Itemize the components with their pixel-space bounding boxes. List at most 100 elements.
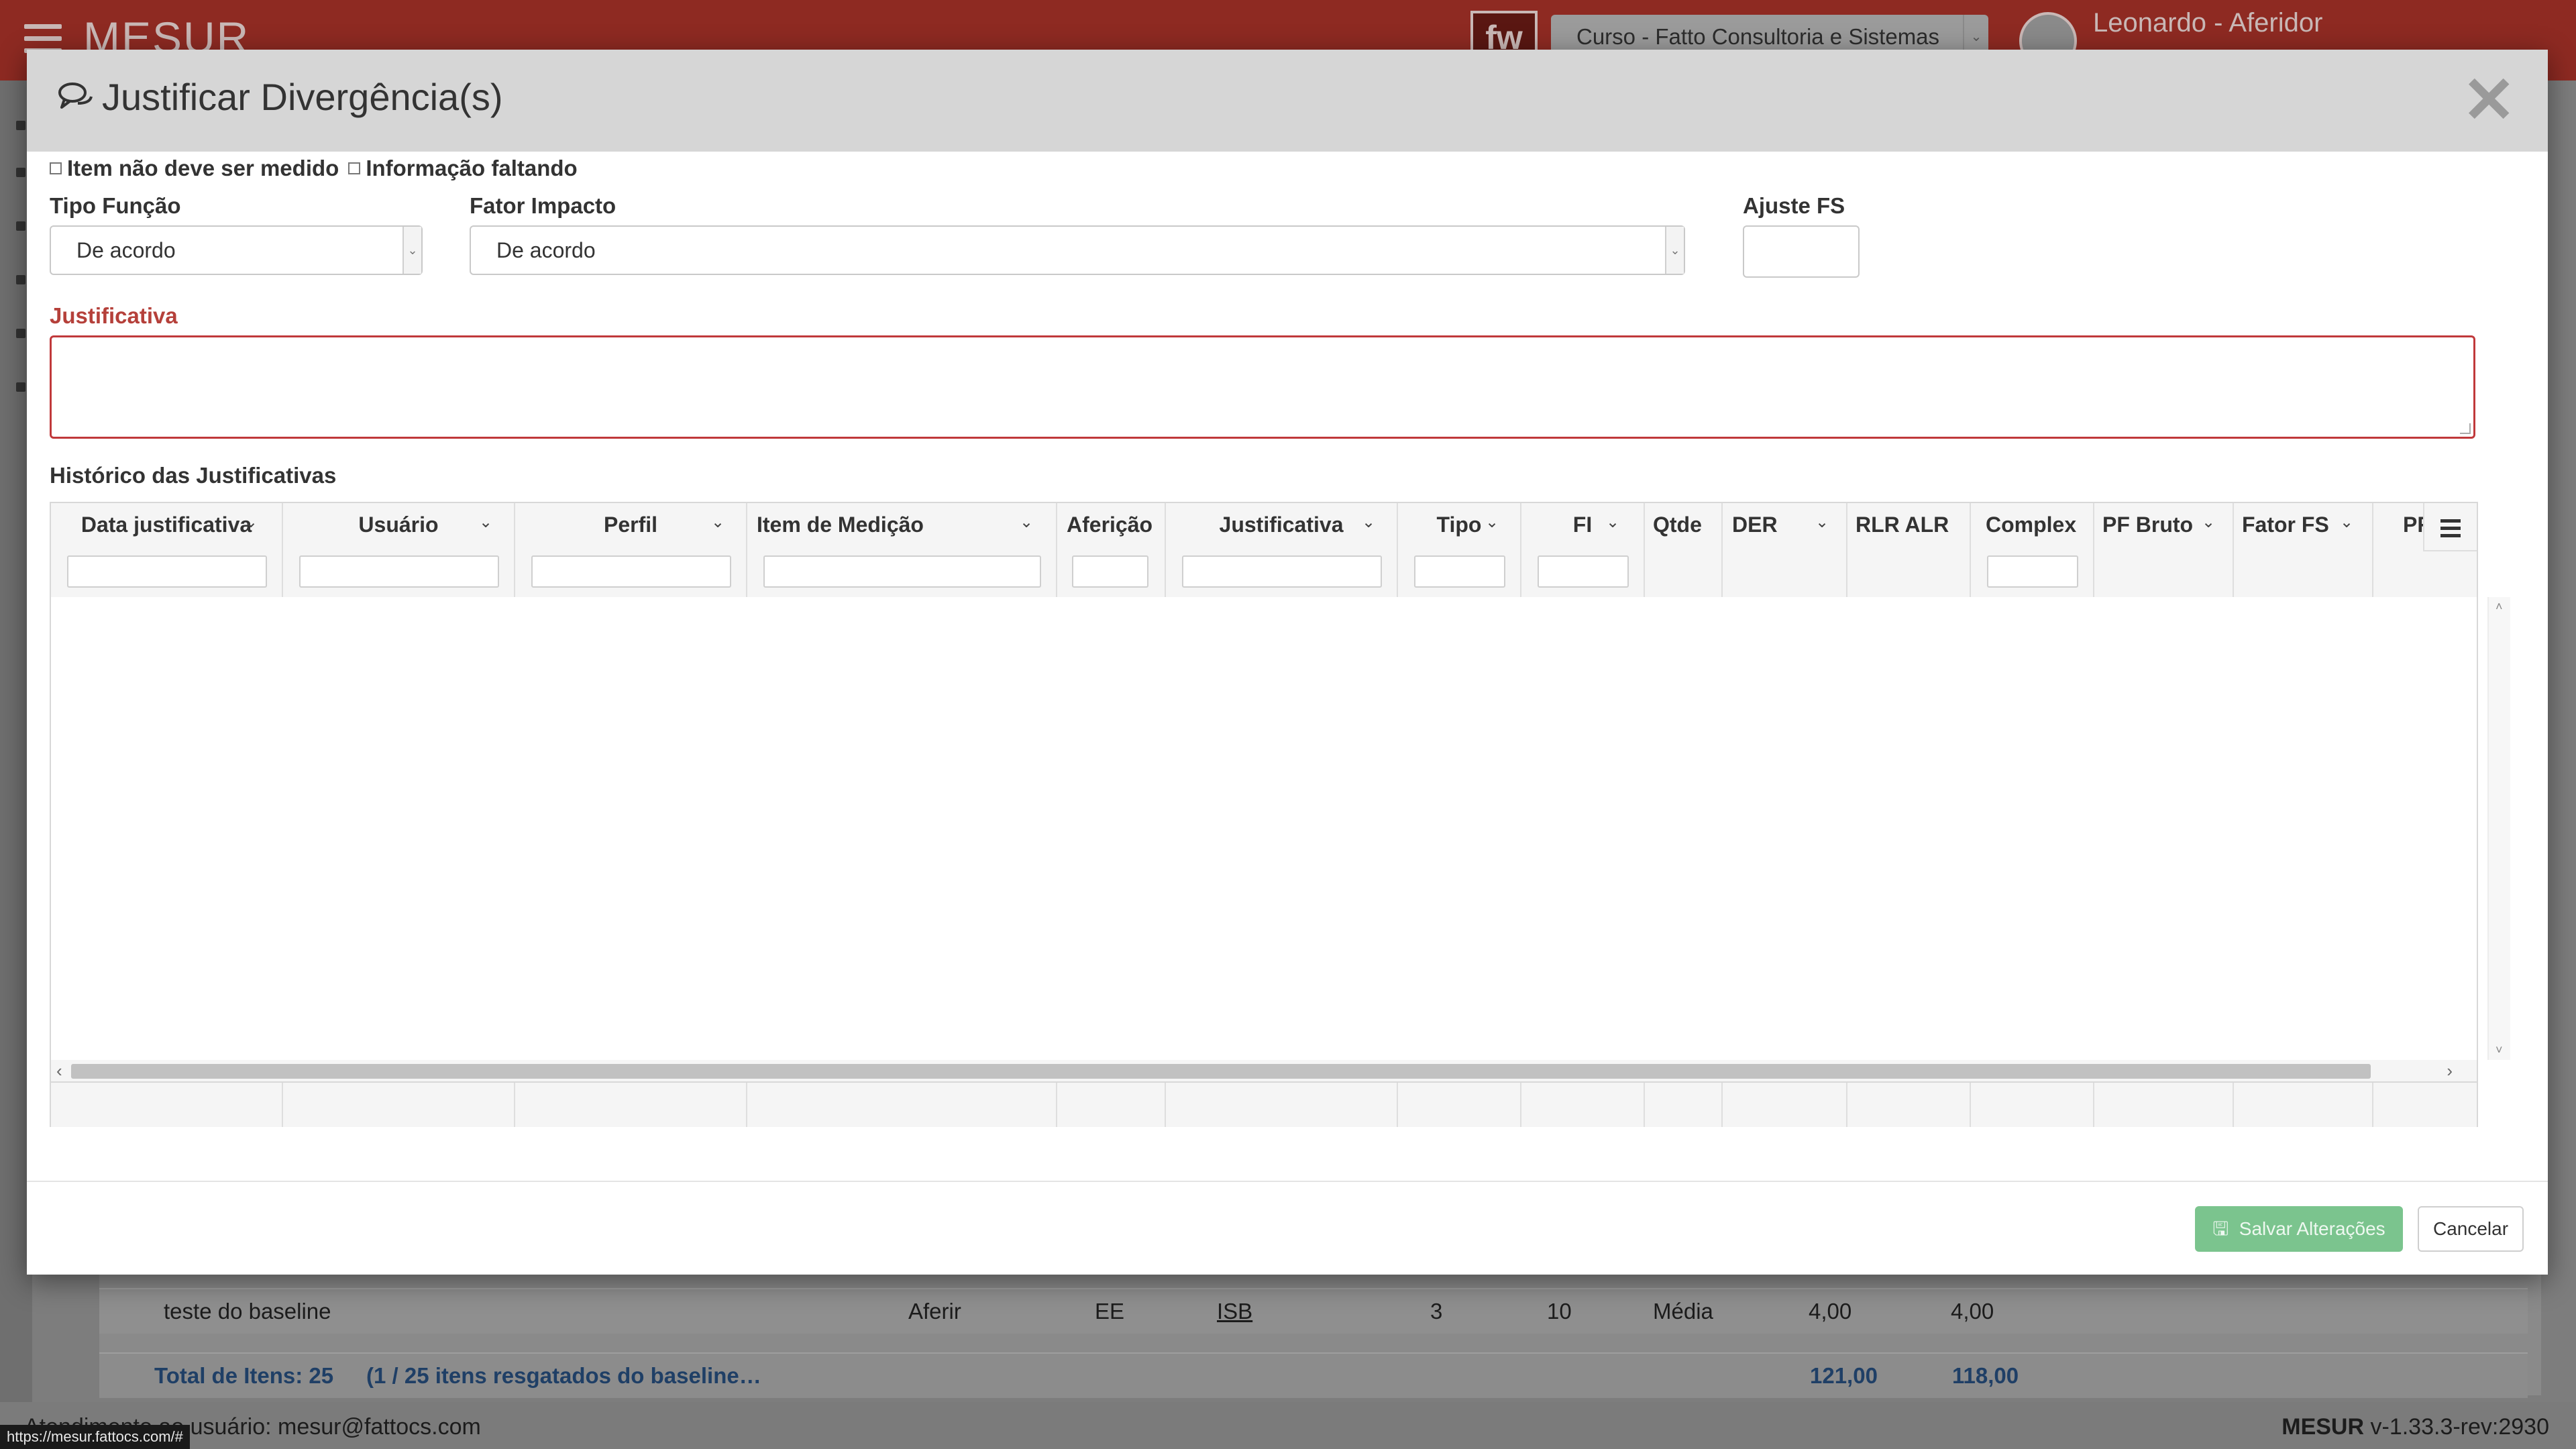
scrollbar-thumb[interactable] [71, 1064, 2371, 1079]
row-der: 10 [1547, 1299, 1572, 1324]
column-der[interactable]: DER ⌄ [1723, 503, 1847, 597]
checkbox-missing-info[interactable] [348, 162, 361, 174]
column-tipo[interactable]: Tipo ⌄ [1398, 503, 1521, 597]
scroll-up-icon[interactable]: ˄ [2496, 600, 2503, 614]
scroll-down-icon[interactable]: ˅ [2496, 1043, 2503, 1057]
sidebar-icon[interactable] [16, 121, 25, 130]
horizontal-scrollbar[interactable]: ‹ › [51, 1060, 2477, 1081]
table-total-row: Total de Itens: 25 (1 / 25 itens resgata… [99, 1352, 2528, 1398]
filter-input[interactable] [531, 555, 731, 588]
sidebar-icon[interactable] [16, 168, 25, 177]
column-fi[interactable]: FI ⌄ [1521, 503, 1645, 597]
close-icon[interactable]: ✕ [2462, 68, 2516, 133]
justificativa-textarea[interactable] [50, 335, 2475, 439]
column-header-label[interactable]: FI [1521, 513, 1644, 537]
filter-input[interactable] [1072, 555, 1148, 588]
column-header-label[interactable]: DER [1723, 513, 1856, 537]
column-pf-bruto[interactable]: PF Bruto ⌄ [2094, 503, 2234, 597]
column-header-label[interactable]: Aferição [1057, 513, 1174, 537]
chevron-down-icon[interactable]: ⌄ [1485, 513, 1499, 532]
grid-footer [51, 1081, 2477, 1127]
chevron-down-icon[interactable]: ⌄ [2202, 513, 2215, 532]
comments-icon [58, 83, 93, 109]
column-complex[interactable]: Complex [1971, 503, 2094, 597]
column-header-label[interactable]: PF [2373, 513, 2423, 537]
column-header-label[interactable]: PF Bruto [2094, 513, 2241, 537]
chevron-down-icon[interactable]: ⌄ [1815, 513, 1829, 532]
resize-handle-icon[interactable] [2460, 423, 2471, 434]
total-pf: 118,00 [1952, 1363, 2019, 1388]
chevron-down-icon[interactable]: ⌄ [479, 513, 492, 532]
vertical-scrollbar[interactable]: ˄ ˅ [2487, 597, 2510, 1060]
chevron-down-icon[interactable]: ⌄ [1606, 513, 1619, 532]
row-fi[interactable]: ISB [1217, 1299, 1252, 1324]
dialog-header: Justificar Divergência(s) ✕ [27, 50, 2548, 152]
column-header-label[interactable]: Tipo [1398, 513, 1520, 537]
table-row[interactable]: teste do baseline Aferir EE ISB 3 10 Méd… [99, 1288, 2528, 1334]
footer-cell [1847, 1083, 1971, 1127]
chevron-down-icon[interactable]: ⌄ [244, 513, 258, 532]
sidebar-icon[interactable] [16, 382, 25, 392]
scroll-right-icon[interactable]: › [2447, 1060, 2453, 1081]
chevron-down-icon[interactable]: ⌄ [711, 513, 724, 532]
version-brand: MESUR [2282, 1414, 2365, 1440]
column-header-label[interactable]: Fator FS [2234, 513, 2380, 537]
column-afericao[interactable]: Aferição [1057, 503, 1166, 597]
footer-cell [2094, 1083, 2234, 1127]
column-qtde[interactable]: Qtde [1645, 503, 1723, 597]
ajuste-fs-input[interactable] [1743, 225, 1860, 278]
column-perfil[interactable]: Perfil ⌄ [515, 503, 747, 597]
column-usuario[interactable]: Usuário ⌄ [283, 503, 515, 597]
cancel-button[interactable]: Cancelar [2418, 1206, 2524, 1252]
checkbox-row: Item não deve ser medido Informação falt… [50, 156, 578, 181]
column-data-justificativa[interactable]: Data justificativa ⌄ [51, 503, 283, 597]
filter-input[interactable] [67, 555, 267, 588]
column-header-label[interactable]: RLR ALR [1847, 513, 1978, 537]
save-icon: 🖫 [2212, 1218, 2229, 1239]
sidebar-icon[interactable] [16, 329, 25, 338]
app-version: MESUR v-1.33.3-rev:2930 [2282, 1414, 2549, 1440]
row-action[interactable]: Aferir [908, 1299, 961, 1324]
row-pf: 4,00 [1951, 1299, 1994, 1324]
column-header-label[interactable]: Item de Medição [747, 513, 1065, 537]
user-name[interactable]: Leonardo - Aferidor [2093, 8, 2322, 38]
column-fator-fs[interactable]: Fator FS ⌄ [2234, 503, 2373, 597]
filter-input[interactable] [763, 555, 1041, 588]
justificativa-label: Justificativa [50, 303, 178, 328]
column-justificativa[interactable]: Justificativa ⌄ [1166, 503, 1398, 597]
filter-input[interactable] [1182, 555, 1382, 588]
row-tipo: EE [1095, 1299, 1125, 1324]
scroll-left-icon[interactable]: ‹ [56, 1060, 62, 1081]
checkbox-not-measured-label[interactable]: Item não deve ser medido [67, 156, 339, 181]
app-footer: Atendimento ao usuário: mesur@fattocs.co… [0, 1402, 2576, 1449]
tipo-funcao-value: De acordo [76, 238, 176, 262]
row-name: teste do baseline [164, 1299, 331, 1324]
grid-menu-icon[interactable] [2423, 503, 2477, 551]
fator-impacto-select[interactable]: De acordo ⌄ [470, 225, 1685, 275]
checkbox-not-measured[interactable] [50, 162, 62, 174]
chevron-down-icon[interactable]: ⌄ [1362, 513, 1375, 532]
chevron-down-icon[interactable]: ⌄ [2340, 513, 2353, 532]
column-rlr-alr[interactable]: RLR ALR [1847, 503, 1971, 597]
filter-input[interactable] [299, 555, 499, 588]
column-header-label[interactable]: Complex [1971, 513, 2108, 537]
save-changes-label: Salvar Alterações [2239, 1218, 2385, 1239]
filter-input[interactable] [1987, 555, 2078, 588]
tipo-funcao-select[interactable]: De acordo ⌄ [50, 225, 423, 275]
footer-cell [1723, 1083, 1847, 1127]
save-changes-button[interactable]: 🖫 Salvar Alterações [2195, 1206, 2403, 1252]
chevron-down-icon[interactable]: ⌄ [1020, 513, 1033, 532]
checkbox-missing-info-label[interactable]: Informação faltando [366, 156, 577, 181]
filter-input[interactable] [1538, 555, 1629, 588]
dialog-title: Justificar Divergência(s) [102, 76, 503, 118]
column-pf[interactable]: PF [2373, 503, 2423, 597]
chevron-down-icon: ⌄ [1665, 227, 1684, 274]
filter-input[interactable] [1414, 555, 1505, 588]
row-complex: Média [1653, 1299, 1713, 1324]
column-header-label[interactable]: Qtde [1645, 513, 1729, 537]
ajuste-fs-label: Ajuste FS [1743, 193, 1845, 218]
sidebar-icon[interactable] [16, 221, 25, 231]
footer-cell [747, 1083, 1057, 1127]
column-item-medicao[interactable]: Item de Medição ⌄ [747, 503, 1057, 597]
sidebar-icon[interactable] [16, 275, 25, 284]
